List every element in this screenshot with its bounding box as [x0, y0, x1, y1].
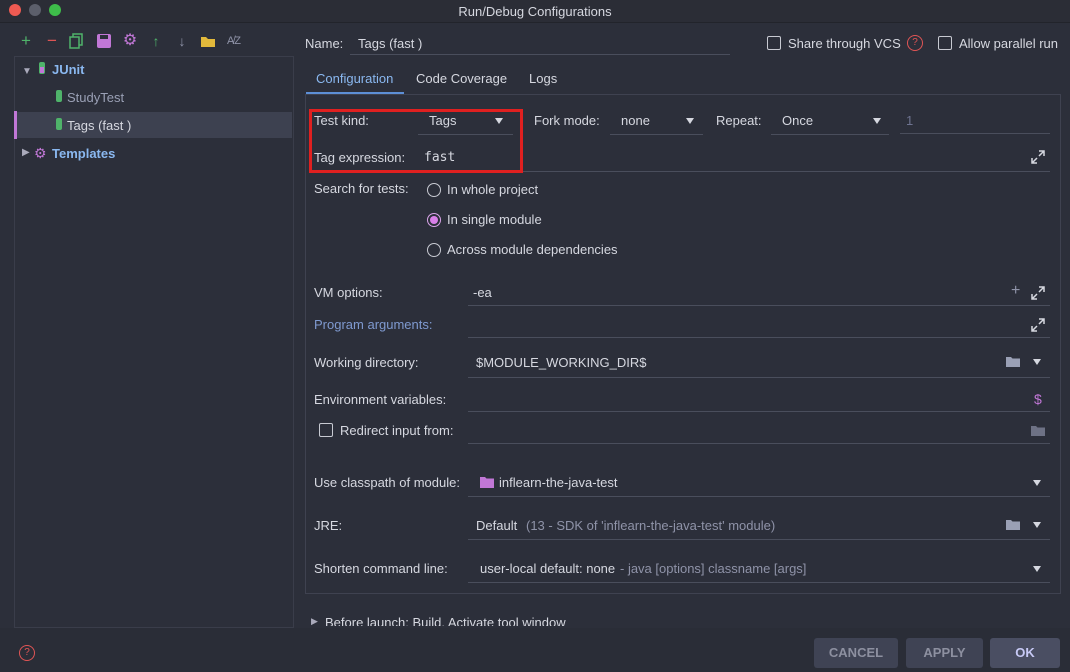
expand-icon[interactable]	[1031, 150, 1045, 164]
shorten-command-detail: - java [options] classname [args]	[620, 561, 807, 576]
apply-button[interactable]: APPLY	[906, 638, 983, 668]
help-icon[interactable]: ?	[907, 35, 923, 51]
vm-options-input[interactable]: -ea	[473, 285, 492, 300]
working-directory-input[interactable]: $MODULE_WORKING_DIR$	[476, 355, 646, 370]
before-launch-expand-icon[interactable]: ▶	[311, 616, 318, 626]
radio-whole-project[interactable]	[427, 183, 441, 197]
cancel-button[interactable]: CANCEL	[814, 638, 898, 668]
tab-logs[interactable]: Logs	[529, 71, 557, 86]
fork-mode-dropdown-icon[interactable]	[686, 118, 694, 124]
classpath-dropdown-icon[interactable]	[1033, 480, 1041, 486]
shorten-command-value[interactable]: user-local default: none	[480, 561, 615, 576]
allow-parallel-label: Allow parallel run	[959, 36, 1058, 51]
tree-item-templates[interactable]: Templates	[52, 146, 115, 161]
chevron-down-icon[interactable]: ▼	[22, 66, 32, 77]
window-title: Run/Debug Configurations	[458, 4, 612, 19]
fork-mode-label: Fork mode:	[534, 113, 600, 128]
program-arguments-input[interactable]	[468, 337, 1050, 338]
jre-value[interactable]: Default	[476, 518, 517, 533]
add-icon[interactable]: +	[18, 32, 34, 49]
tree-item-studytest[interactable]: StudyTest	[67, 90, 124, 105]
program-arguments-label: Program arguments:	[314, 317, 433, 332]
jre-folder-icon[interactable]	[1006, 518, 1020, 530]
shorten-command-label: Shorten command line:	[314, 561, 448, 576]
redirect-input-label: Redirect input from:	[340, 423, 454, 438]
sort-icon[interactable]: A̸Z	[226, 33, 242, 49]
copy-icon[interactable]	[69, 33, 85, 49]
move-up-icon[interactable]: ↑	[148, 33, 164, 49]
radio-across-dependencies-label: Across module dependencies	[447, 242, 618, 257]
move-down-icon[interactable]: ↓	[174, 33, 190, 49]
repeat-combo[interactable]: Once	[782, 113, 813, 128]
working-directory-label: Working directory:	[314, 355, 419, 370]
save-icon[interactable]	[96, 33, 112, 49]
jre-underline	[468, 539, 1050, 540]
radio-across-dependencies[interactable]	[427, 243, 441, 257]
junit-icon	[37, 62, 47, 76]
templates-icon: ⚙	[34, 145, 47, 161]
folder-icon[interactable]	[200, 33, 216, 49]
repeat-count-underline	[900, 133, 1050, 134]
search-for-tests-label: Search for tests:	[314, 181, 409, 196]
before-launch-section[interactable]: ▶ Before launch: Build, Activate tool wi…	[305, 610, 1059, 626]
working-directory-underline	[468, 377, 1050, 378]
folder-browse-icon[interactable]	[1006, 355, 1020, 367]
environment-variables-input[interactable]	[468, 411, 1050, 412]
remove-icon[interactable]: −	[44, 32, 60, 49]
vm-options-label: VM options:	[314, 285, 383, 300]
env-vars-edit-icon[interactable]: $	[1034, 391, 1042, 407]
repeat-label: Repeat:	[716, 113, 762, 128]
chevron-right-icon[interactable]: ▶	[22, 147, 30, 158]
before-launch-label: Before launch: Build, Activate tool wind…	[325, 615, 566, 626]
test-class-icon	[54, 90, 64, 104]
name-label: Name:	[305, 36, 344, 51]
jre-dropdown-icon[interactable]	[1033, 522, 1041, 528]
name-input[interactable]: Tags (fast )	[358, 36, 422, 51]
shorten-command-dropdown-icon[interactable]	[1033, 566, 1041, 572]
fork-mode-combo[interactable]: none	[621, 113, 650, 128]
tab-configuration[interactable]: Configuration	[316, 71, 393, 86]
share-vcs-label: Share through VCS	[788, 36, 901, 51]
radio-single-module[interactable]	[427, 213, 441, 227]
highlight-box	[309, 109, 523, 173]
repeat-count-input[interactable]: 1	[906, 113, 913, 128]
add-vm-option-icon[interactable]: +	[1011, 282, 1020, 300]
classpath-underline	[468, 496, 1050, 497]
expand-vm-options-icon[interactable]	[1031, 286, 1045, 300]
radio-single-module-label: In single module	[447, 212, 542, 227]
configuration-tree	[14, 56, 294, 628]
module-icon	[480, 476, 494, 488]
repeat-dropdown-icon[interactable]	[873, 118, 881, 124]
environment-variables-label: Environment variables:	[314, 392, 447, 407]
expand-program-arguments-icon[interactable]	[1031, 318, 1045, 332]
share-vcs-checkbox[interactable]	[767, 36, 781, 50]
vm-options-underline	[468, 305, 1050, 306]
redirect-input-checkbox[interactable]	[319, 423, 333, 437]
classpath-module-label: Use classpath of module:	[314, 475, 460, 490]
shorten-command-underline	[468, 582, 1050, 583]
fork-mode-underline	[610, 134, 703, 135]
working-directory-dropdown-icon[interactable]	[1033, 359, 1041, 365]
tab-code-coverage[interactable]: Code Coverage	[416, 71, 507, 86]
ok-button[interactable]: OK	[990, 638, 1060, 668]
help-icon-bottom[interactable]: ?	[19, 645, 35, 661]
radio-whole-project-label: In whole project	[447, 182, 539, 197]
name-underline	[350, 54, 730, 55]
jre-label: JRE:	[314, 518, 343, 533]
classpath-module-combo[interactable]: inflearn-the-java-test	[499, 475, 618, 490]
tree-root-junit[interactable]: JUnit	[52, 62, 85, 77]
jre-detail: (13 - SDK of 'inflearn-the-java-test' mo…	[526, 518, 776, 533]
repeat-underline	[771, 134, 889, 135]
test-tags-icon	[54, 118, 64, 132]
settings-icon[interactable]: ⚙	[122, 33, 138, 49]
redirect-folder-icon[interactable]	[1031, 424, 1045, 436]
title-bar: Run/Debug Configurations	[0, 0, 1070, 23]
tree-item-label-tags: Tags (fast )	[67, 118, 132, 133]
allow-parallel-checkbox[interactable]	[938, 36, 952, 50]
redirect-input-field[interactable]	[468, 443, 1050, 444]
